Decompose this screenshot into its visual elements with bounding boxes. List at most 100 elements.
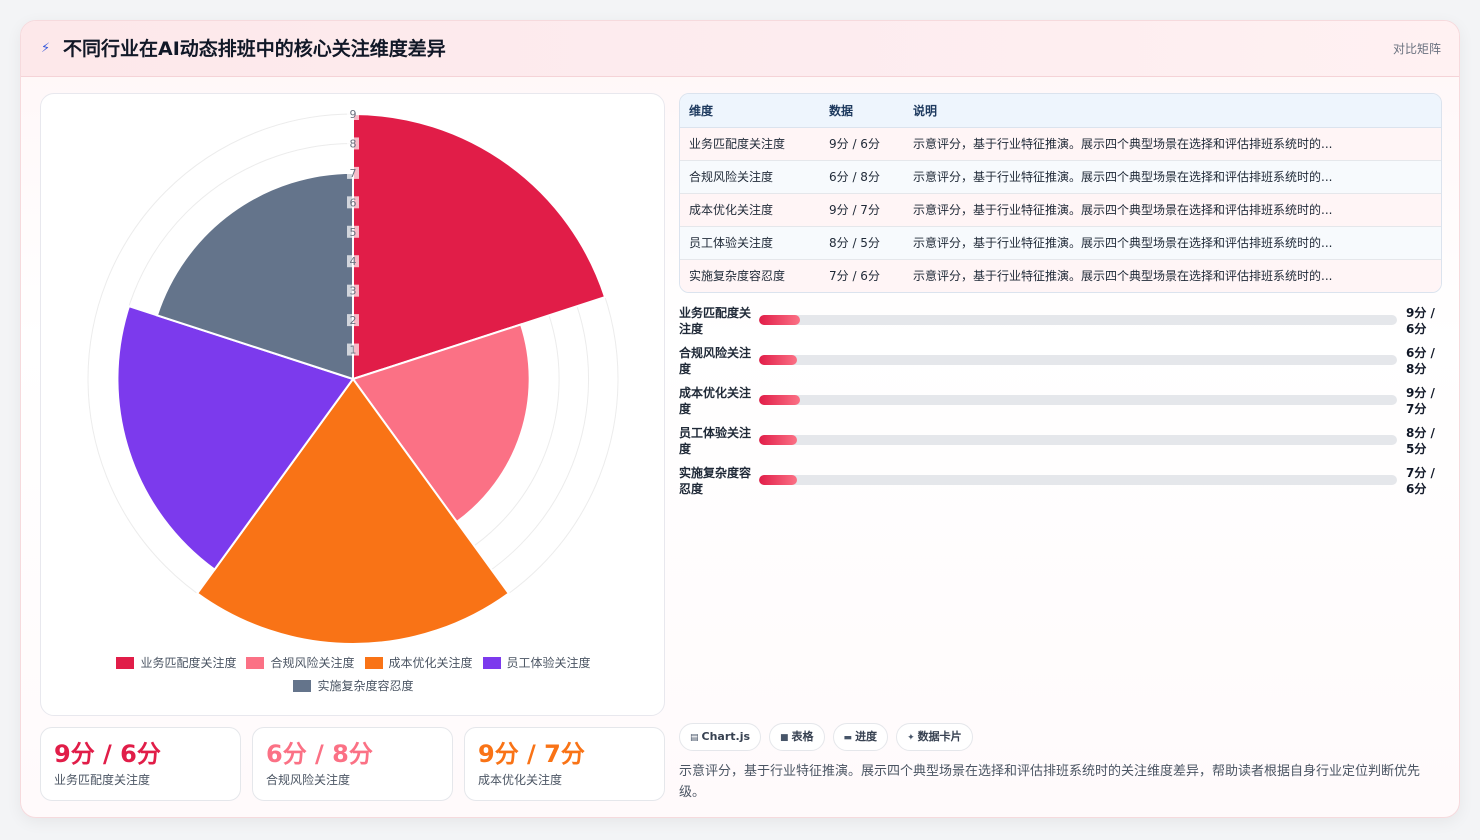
legend-item[interactable]: 实施复杂度容忍度 xyxy=(293,677,414,694)
bar-row: 成本优化关注度 9分 / 7分 xyxy=(679,385,1442,425)
bar-fill xyxy=(759,315,801,325)
sparkle-icon: ✦ xyxy=(907,733,915,743)
tick-label: 1 xyxy=(350,344,357,357)
lightning-icon: ⚡︎ xyxy=(41,41,51,56)
bar-value: 6分 / 8分 xyxy=(1406,346,1435,376)
bar-value: 8分 / 5分 xyxy=(1406,426,1435,456)
stat-label: 业务匹配度关注度 xyxy=(54,773,151,787)
table-cell-dimension: 员工体验关注度 xyxy=(680,226,820,260)
table-cell-note: 示意评分，基于行业特征推演。展示四个典型场景在选择和评估排班系统时的... xyxy=(904,160,1441,194)
tick-label: 5 xyxy=(350,226,357,239)
table-cell-note: 示意评分，基于行业特征推演。展示四个典型场景在选择和评估排班系统时的... xyxy=(904,127,1441,161)
table-cell-dimension: 成本优化关注度 xyxy=(680,193,820,227)
tick-label: 3 xyxy=(350,285,357,298)
bar-label: 实施复杂度容忍度 xyxy=(679,466,752,496)
bar-track xyxy=(759,355,1397,365)
legend-item[interactable]: 合规风险关注度 xyxy=(246,654,355,671)
table-cell-note: 示意评分，基于行业特征推演。展示四个典型场景在选择和评估排班系统时的... xyxy=(904,193,1441,227)
table-header-dimension: 维度 xyxy=(680,94,820,128)
table-cell-data: 9分 / 6分 xyxy=(820,127,904,161)
chip-table[interactable]: ■ 表格 xyxy=(769,723,825,751)
stat-value: 6分 / 8分 xyxy=(266,740,373,768)
chip-progress[interactable]: ▬ 进度 xyxy=(832,723,889,751)
bar-label: 员工体验关注度 xyxy=(679,426,752,456)
stat-value: 9分 / 7分 xyxy=(478,740,585,768)
tick-label: 8 xyxy=(350,137,357,150)
bar-fill xyxy=(759,395,801,405)
table-icon: ■ xyxy=(780,733,789,743)
legend-item[interactable]: 员工体验关注度 xyxy=(482,654,591,671)
chart-legend: 业务匹配度关注度 合规风险关注度 成本优化关注度 员工体验关注度实施复杂度容忍度 xyxy=(41,654,666,694)
tick-label: 2 xyxy=(350,314,357,327)
bar-label: 合规风险关注度 xyxy=(679,346,752,376)
table-row: 成本优化关注度 9分 / 7分 示意评分，基于行业特征推演。展示四个典型场景在选择和… xyxy=(680,193,1441,227)
header-tag: 对比矩阵 xyxy=(1392,42,1441,56)
table-row: 员工体验关注度 8分 / 5分 示意评分，基于行业特征推演。展示四个典型场景在选择和… xyxy=(680,226,1441,260)
bar-label: 业务匹配度关注度 xyxy=(679,306,752,336)
table-header-note: 说明 xyxy=(904,94,1441,128)
legend-label: 员工体验关注度 xyxy=(506,656,591,670)
tick-label: 9 xyxy=(350,108,357,121)
bar-row: 合规风险关注度 6分 / 8分 xyxy=(679,345,1442,385)
stat-card: 9分 / 6分业务匹配度关注度 xyxy=(40,727,241,801)
legend-label: 业务匹配度关注度 xyxy=(140,656,237,670)
table-cell-note: 示意评分，基于行业特征推演。展示四个典型场景在选择和评估排班系统时的... xyxy=(904,226,1441,260)
tick-label: 6 xyxy=(350,196,357,209)
legend-item[interactable]: 业务匹配度关注度 xyxy=(116,654,236,671)
progress-bars: 业务匹配度关注度 9分 / 6分 合规风险关注度 6分 / 8分 成本优化关注度 9分 /… xyxy=(679,305,1442,505)
chip-label: Chart.js xyxy=(701,730,751,743)
bar-track xyxy=(759,475,1397,485)
table-cell-data: 9分 / 7分 xyxy=(820,193,904,227)
view-chips: ▤ Chart.js ■ 表格 ▬ 进度 ✦ 数据卡片 xyxy=(679,723,973,751)
dimension-table: 维度 数据 说明 业务匹配度关注度 9分 / 6分 示意评分，基于行业特征推演。展示… xyxy=(679,93,1442,293)
stat-cards: 9分 / 6分 业务匹配度关注度 6分 / 8分 合规风险关注度 9分 / 7分 成本优化… xyxy=(40,727,665,801)
bar-track xyxy=(759,435,1397,445)
chip-label: 表格 xyxy=(791,730,814,743)
bar-fill xyxy=(759,355,798,365)
polar-chart-panel: 1 2 3 4 5 6 7 8 9 业务匹配度关注度 合规风险关注度 成本优化关注度 员工体验关注度实… xyxy=(40,93,665,716)
legend-item[interactable]: 成本优化关注度 xyxy=(364,654,473,671)
legend-label: 实施复杂度容忍度 xyxy=(317,679,414,693)
bar-fill xyxy=(759,435,798,445)
table-header-data: 数据 xyxy=(820,94,904,128)
bar-track xyxy=(759,315,1397,325)
chip-label: 数据卡片 xyxy=(917,730,962,743)
bar-row: 实施复杂度容忍度 7分 / 6分 xyxy=(679,465,1442,505)
tick-label: 4 xyxy=(350,255,357,268)
table-row: 实施复杂度容忍度 7分 / 6分 示意评分，基于行业特征推演。展示四个典型场景在选择… xyxy=(680,259,1441,292)
table-cell-dimension: 业务匹配度关注度 xyxy=(680,127,820,161)
bar-value: 7分 / 6分 xyxy=(1406,466,1435,496)
legend-swatch xyxy=(364,656,383,669)
legend-label: 成本优化关注度 xyxy=(388,656,473,670)
stat-card: 6分 / 8分 合规风险关注度 xyxy=(252,727,453,801)
table-cell-dimension: 合规风险关注度 xyxy=(680,160,820,194)
table-cell-data: 8分 / 5分 xyxy=(820,226,904,260)
page-title: 不同行业在AI动态排班中的核心关注维度差异 xyxy=(63,38,446,60)
progress-icon: ▬ xyxy=(843,733,853,743)
bar-value: 9分 / 6分 xyxy=(1406,306,1435,336)
bar-row: 员工体验关注度 8分 / 5分 xyxy=(679,425,1442,465)
table-cell-note: 示意评分，基于行业特征推演。展示四个典型场景在选择和评估排班系统时的... xyxy=(904,259,1441,292)
legend-label: 合规风险关注度 xyxy=(270,656,355,670)
chart-icon: ▤ xyxy=(690,733,699,743)
chip-data-cards[interactable]: ✦ 数据卡片 xyxy=(896,723,973,751)
stat-label: 成本优化关注度 xyxy=(478,773,563,787)
bar-label: 成本优化关注度 xyxy=(679,386,752,416)
legend-swatch xyxy=(246,656,265,669)
polar-area-chart[interactable]: 1 2 3 4 5 6 7 8 9 xyxy=(41,94,666,654)
bar-track xyxy=(759,395,1397,405)
legend-swatch xyxy=(116,656,135,669)
table-cell-dimension: 实施复杂度容忍度 xyxy=(680,259,820,292)
chip-chartjs[interactable]: ▤ Chart.js xyxy=(679,723,762,751)
table-header-row: 维度 数据 说明 xyxy=(680,94,1441,128)
chip-label: 进度 xyxy=(855,730,878,743)
table-cell-data: 7分 / 6分 xyxy=(820,259,904,292)
bar-fill xyxy=(759,475,798,485)
legend-swatch xyxy=(482,656,501,669)
table-cell-data: 6分 / 8分 xyxy=(820,160,904,194)
legend-swatch xyxy=(293,679,312,692)
stat-value: 9分 / 6分 xyxy=(54,740,161,768)
bar-row: 业务匹配度关注度 9分 / 6分 xyxy=(679,305,1442,345)
footnote: 示意评分，基于行业特征推演。展示四个典型场景在选择和评估排班系统时的关注维度差异… xyxy=(679,764,1421,800)
stat-card: 9分 / 7分成本优化关注度 xyxy=(464,727,665,801)
